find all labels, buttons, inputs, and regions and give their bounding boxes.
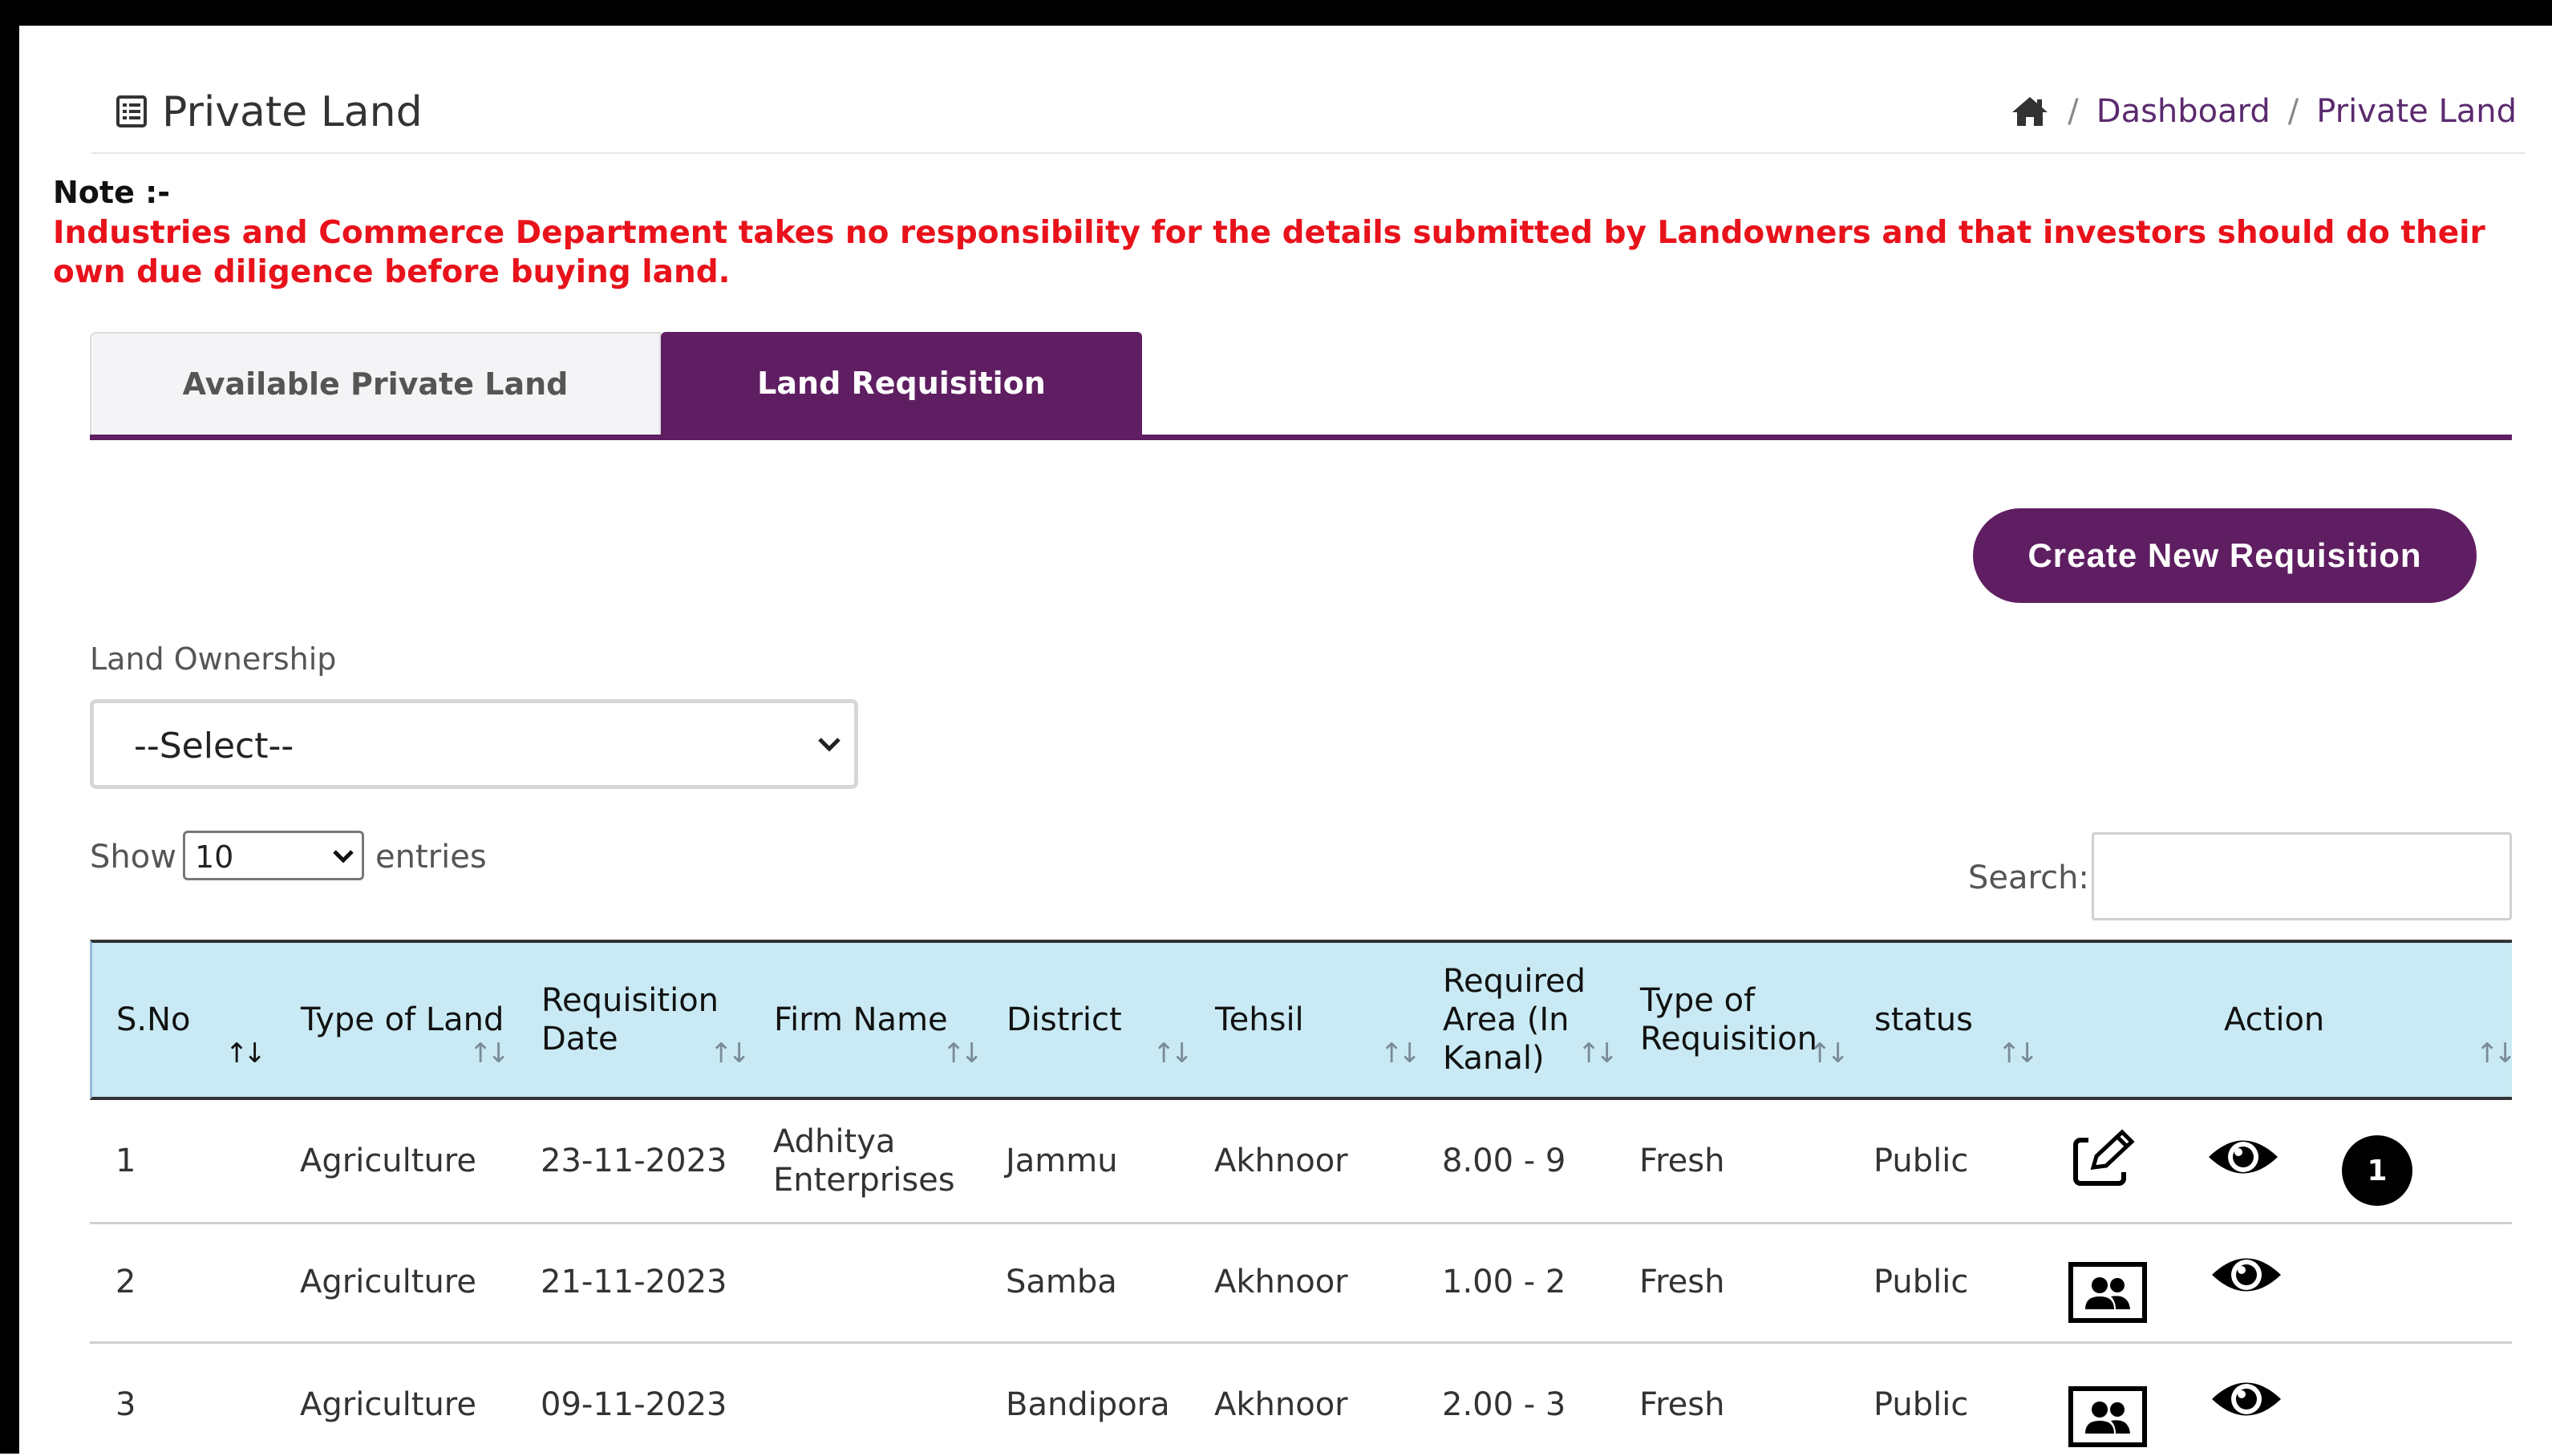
create-new-requisition-button[interactable]: Create New Requisition <box>1973 508 2477 603</box>
users-icon[interactable] <box>2068 1261 2148 1324</box>
cell-sno: 1 <box>115 1143 136 1179</box>
tab-bar: Available Private Land Land Requisition <box>90 332 2512 440</box>
cell-type-of-requisition: Fresh <box>1639 1386 1725 1423</box>
land-ownership-value: --Select-- <box>134 726 294 766</box>
column-header-type-of-requisition[interactable]: Type of Requisition <box>1640 943 1825 1097</box>
chevron-down-icon <box>818 738 841 752</box>
sort-icon[interactable]: ↑↓ <box>2476 1037 2517 1070</box>
search-input[interactable] <box>2092 832 2512 920</box>
home-icon[interactable] <box>2010 95 2050 128</box>
window-frame-top <box>0 0 2552 26</box>
cell-type-of-land: Agriculture <box>300 1386 476 1423</box>
requisition-table: S.No ↑↓ Type of Land ↑↓ Requisition Date… <box>90 940 2517 1456</box>
column-header-required-area[interactable]: Required Area (In Kanal) <box>1443 943 1595 1097</box>
cell-firm-name: Adhitya Enterprises <box>773 1123 955 1199</box>
sort-icon[interactable]: ↑↓ <box>469 1037 510 1070</box>
column-header-requisition-date[interactable]: Requisition Date <box>541 943 734 1097</box>
column-header-status[interactable]: status <box>1874 943 1973 1097</box>
list-icon <box>116 95 147 127</box>
entries-select[interactable]: 10 <box>183 831 364 880</box>
column-header-district[interactable]: District <box>1007 943 1122 1097</box>
column-header-action: Action <box>2224 1001 2325 1038</box>
cell-status: Public <box>1873 1264 1969 1300</box>
table-row: 2 Agriculture 21-11-2023 Samba Akhnoor 1… <box>90 1224 2512 1344</box>
sort-icon[interactable]: ↑↓ <box>1998 1037 2039 1070</box>
column-header-tehsil[interactable]: Tehsil <box>1215 943 1304 1097</box>
view-eye-icon[interactable] <box>2206 1130 2281 1183</box>
land-ownership-label: Land Ownership <box>90 641 337 677</box>
window-frame-left <box>0 0 19 1454</box>
sort-icon[interactable]: ↑↓ <box>1809 1037 1849 1070</box>
tab-available-private-land[interactable]: Available Private Land <box>90 332 661 435</box>
breadcrumb-current: Private Land <box>2316 93 2517 130</box>
cell-tehsil: Akhnoor <box>1214 1264 1348 1300</box>
table-row: 1 Agriculture 23-11-2023 Adhitya Enterpr… <box>90 1100 2512 1224</box>
cell-tehsil: Akhnoor <box>1214 1143 1348 1179</box>
cell-district: Samba <box>1006 1264 1117 1300</box>
breadcrumb-separator: / <box>2287 93 2299 130</box>
page: Private Land / Dashboard / Private Land … <box>19 26 2552 1454</box>
cell-requisition-date: 23-11-2023 <box>541 1143 727 1179</box>
cell-status: Public <box>1873 1386 1969 1423</box>
sort-icon[interactable]: ↑↓ <box>710 1037 751 1070</box>
cell-district: Jammu <box>1006 1143 1118 1179</box>
cell-type-of-requisition: Fresh <box>1639 1143 1725 1179</box>
cell-tehsil: Akhnoor <box>1214 1386 1348 1423</box>
column-header-sno[interactable]: S.No <box>116 943 191 1097</box>
cell-district: Bandipora <box>1006 1386 1170 1423</box>
land-ownership-select[interactable]: --Select-- <box>90 699 858 789</box>
note-label: Note :- <box>53 175 171 210</box>
breadcrumb-dashboard-link[interactable]: Dashboard <box>2096 93 2270 130</box>
edit-icon[interactable] <box>2072 1129 2140 1187</box>
cell-requisition-date: 09-11-2023 <box>541 1386 727 1423</box>
sort-asc-icon[interactable]: ↑↓ <box>225 1037 266 1070</box>
view-eye-icon[interactable] <box>2209 1248 2284 1301</box>
sort-icon[interactable]: ↑↓ <box>1578 1037 1618 1070</box>
chevron-down-icon <box>333 850 354 863</box>
entries-label: entries <box>375 839 487 876</box>
note-text: Industries and Commerce Department takes… <box>53 215 2485 290</box>
column-header-type-of-land[interactable]: Type of Land <box>301 943 504 1097</box>
search-label: Search: <box>1968 859 2089 896</box>
cell-status: Public <box>1873 1143 1969 1179</box>
cell-required-area: 8.00 - 9 <box>1442 1143 1566 1179</box>
tab-land-requisition[interactable]: Land Requisition <box>661 332 1142 435</box>
entries-value: 10 <box>195 839 234 875</box>
view-eye-icon[interactable] <box>2209 1373 2284 1426</box>
table-row: 3 Agriculture 09-11-2023 Bandipora Akhno… <box>90 1344 2512 1456</box>
count-badge: 1 <box>2342 1135 2412 1206</box>
cell-type-of-land: Agriculture <box>300 1143 476 1179</box>
breadcrumb-separator: / <box>2068 93 2079 130</box>
cell-sno: 2 <box>115 1264 136 1300</box>
users-icon[interactable] <box>2068 1385 2148 1448</box>
sort-icon[interactable]: ↑↓ <box>942 1037 983 1070</box>
table-header: S.No ↑↓ Type of Land ↑↓ Requisition Date… <box>90 940 2517 1100</box>
cell-type-of-land: Agriculture <box>300 1264 476 1300</box>
page-header: Private Land / Dashboard / Private Land <box>91 58 2525 154</box>
cell-requisition-date: 21-11-2023 <box>541 1264 727 1300</box>
show-label: Show <box>90 839 176 876</box>
breadcrumb: / Dashboard / Private Land <box>2010 93 2517 130</box>
cell-type-of-requisition: Fresh <box>1639 1264 1725 1300</box>
sort-icon[interactable]: ↑↓ <box>1380 1037 1421 1070</box>
cell-required-area: 2.00 - 3 <box>1442 1386 1566 1423</box>
cell-required-area: 1.00 - 2 <box>1442 1264 1566 1300</box>
page-title: Private Land <box>162 88 423 136</box>
sort-icon[interactable]: ↑↓ <box>1152 1037 1193 1070</box>
cell-sno: 3 <box>115 1386 136 1423</box>
column-header-firm-name[interactable]: Firm Name <box>774 943 948 1097</box>
